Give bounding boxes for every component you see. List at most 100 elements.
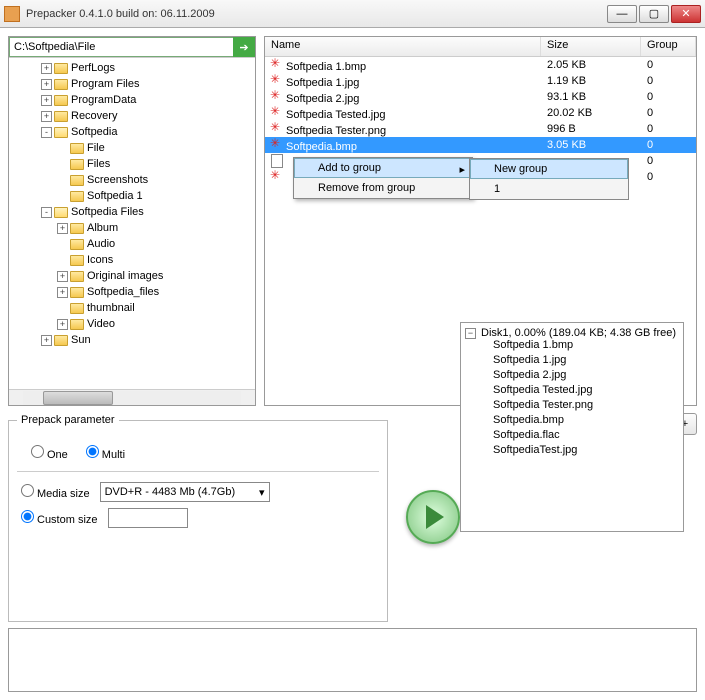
tree-label: Softpedia Files bbox=[71, 206, 144, 218]
bug-icon bbox=[271, 138, 283, 150]
tree-node[interactable]: + Album bbox=[9, 220, 255, 236]
bug-icon bbox=[271, 170, 283, 182]
file-table-header: Name Size Group bbox=[265, 37, 696, 57]
table-row[interactable]: Softpedia.bmp3.05 KB0 bbox=[265, 137, 696, 153]
disk-item[interactable]: Softpedia 2.jpg bbox=[493, 369, 679, 384]
tree-toggle[interactable]: + bbox=[41, 111, 52, 122]
tree-label: Softpedia_files bbox=[87, 286, 159, 298]
col-name[interactable]: Name bbox=[265, 37, 541, 56]
maximize-button[interactable]: ▢ bbox=[639, 5, 669, 23]
folder-icon bbox=[54, 79, 68, 90]
tree-scrollbar[interactable] bbox=[9, 389, 255, 405]
tree-node[interactable]: thumbnail bbox=[9, 300, 255, 316]
prepack-parameter-box: Prepack parameter One Multi Media size D… bbox=[8, 420, 388, 622]
folder-tree[interactable]: +PerfLogs+Program Files+ProgramData+Reco… bbox=[9, 58, 255, 389]
close-button[interactable]: ✕ bbox=[671, 5, 701, 23]
menu-add-to-group[interactable]: Add to group ▸ New group 1 bbox=[294, 158, 472, 178]
tree-label: Audio bbox=[87, 238, 115, 250]
tree-node[interactable]: +PerfLogs bbox=[9, 60, 255, 76]
tree-label: Album bbox=[87, 222, 118, 234]
folder-tree-panel: ➔ +PerfLogs+Program Files+ProgramData+Re… bbox=[8, 36, 256, 406]
tree-node[interactable]: +Video bbox=[9, 316, 255, 332]
tree-toggle[interactable]: + bbox=[41, 95, 52, 106]
tree-node[interactable]: + Sun bbox=[9, 332, 255, 348]
tree-node[interactable]: Screenshots bbox=[9, 172, 255, 188]
tree-node[interactable]: - Softpedia Files bbox=[9, 204, 255, 220]
submenu-new-group[interactable]: New group bbox=[470, 159, 628, 179]
file-name: Softpedia 1.jpg bbox=[286, 77, 359, 89]
folder-icon bbox=[70, 255, 84, 266]
tree-toggle[interactable]: + bbox=[57, 319, 68, 330]
table-row[interactable]: Softpedia 2.jpg93.1 KB0 bbox=[265, 89, 696, 105]
disk-item[interactable]: Softpedia.bmp bbox=[493, 414, 679, 429]
folder-icon bbox=[70, 143, 84, 154]
col-group[interactable]: Group bbox=[641, 37, 696, 56]
run-button[interactable] bbox=[406, 490, 460, 544]
file-group: 0 bbox=[641, 75, 696, 87]
disk-item[interactable]: SoftpediaTest.jpg bbox=[493, 444, 679, 459]
bottom-panel bbox=[8, 628, 697, 692]
radio-multi[interactable]: Multi bbox=[86, 445, 125, 461]
disk-item[interactable]: Softpedia.flac bbox=[493, 429, 679, 444]
bug-icon bbox=[271, 106, 283, 118]
tree-toggle[interactable]: + bbox=[41, 63, 52, 74]
file-group: 0 bbox=[641, 59, 696, 71]
tree-node[interactable]: File bbox=[9, 140, 255, 156]
disk-item[interactable]: Softpedia Tested.jpg bbox=[493, 384, 679, 399]
tree-label: Softpedia 1 bbox=[87, 190, 143, 202]
tree-toggle[interactable]: + bbox=[57, 271, 68, 282]
minimize-button[interactable]: — bbox=[607, 5, 637, 23]
submenu-group-1[interactable]: 1 bbox=[470, 179, 628, 199]
window-title: Prepacker 0.4.1.0 build on: 06.11.2009 bbox=[26, 8, 607, 20]
media-size-combo[interactable]: DVD+R - 4483 Mb (4.7Gb) ▾ bbox=[100, 482, 270, 502]
file-name: Softpedia Tested.jpg bbox=[286, 109, 385, 121]
radio-custom-size[interactable]: Custom size bbox=[21, 510, 98, 526]
submenu[interactable]: New group 1 bbox=[469, 158, 629, 200]
file-group: 0 bbox=[641, 123, 696, 135]
tree-node[interactable]: + Recovery bbox=[9, 108, 255, 124]
disk-toggle[interactable]: − bbox=[465, 328, 476, 339]
menu-remove-from-group[interactable]: Remove from group bbox=[294, 178, 472, 198]
tree-node[interactable]: -Softpedia bbox=[9, 124, 255, 140]
disk-item[interactable]: Softpedia 1.jpg bbox=[493, 354, 679, 369]
folder-icon bbox=[54, 95, 68, 106]
path-input[interactable] bbox=[9, 37, 233, 57]
tree-node[interactable]: Audio bbox=[9, 236, 255, 252]
radio-one[interactable]: One bbox=[31, 445, 68, 461]
tree-toggle[interactable]: + bbox=[41, 79, 52, 90]
tree-label: Sun bbox=[71, 334, 91, 346]
file-group: 0 bbox=[641, 91, 696, 103]
radio-media-size[interactable]: Media size bbox=[21, 484, 90, 500]
col-size[interactable]: Size bbox=[541, 37, 641, 56]
tree-node[interactable]: Icons bbox=[9, 252, 255, 268]
tree-node[interactable]: +ProgramData bbox=[9, 92, 255, 108]
tree-toggle[interactable]: - bbox=[41, 207, 52, 218]
folder-icon bbox=[70, 239, 84, 250]
tree-toggle[interactable]: + bbox=[57, 287, 68, 298]
disk-item[interactable]: Softpedia Tester.png bbox=[493, 399, 679, 414]
file-size: 1.19 KB bbox=[541, 75, 641, 87]
tree-toggle[interactable]: - bbox=[41, 127, 52, 138]
go-button[interactable]: ➔ bbox=[233, 37, 255, 57]
custom-size-input[interactable] bbox=[108, 508, 188, 528]
tree-label: thumbnail bbox=[87, 302, 135, 314]
tree-node[interactable]: Files bbox=[9, 156, 255, 172]
tree-toggle[interactable]: + bbox=[57, 223, 68, 234]
table-row[interactable]: Softpedia Tested.jpg20.02 KB0 bbox=[265, 105, 696, 121]
file-group: 0 bbox=[641, 171, 696, 183]
tree-node[interactable]: +Original images bbox=[9, 268, 255, 284]
table-row[interactable]: Softpedia 1.jpg 1.19 KB0 bbox=[265, 73, 696, 89]
file-size: 20.02 KB bbox=[541, 107, 641, 119]
tree-node[interactable]: +Program Files bbox=[9, 76, 255, 92]
tree-node[interactable]: + Softpedia_files bbox=[9, 284, 255, 300]
folder-icon bbox=[70, 287, 84, 298]
file-name: Softpedia Tester.png bbox=[286, 125, 386, 137]
tree-toggle[interactable]: + bbox=[41, 335, 52, 346]
tree-node[interactable]: Softpedia 1 bbox=[9, 188, 255, 204]
disk-item[interactable]: Softpedia 1.bmp bbox=[493, 339, 679, 354]
tree-label: Files bbox=[87, 158, 110, 170]
tree-label: Recovery bbox=[71, 110, 117, 122]
table-row[interactable]: Softpedia 1.bmp2.05 KB0 bbox=[265, 57, 696, 73]
context-menu[interactable]: Add to group ▸ New group 1 Remove from g… bbox=[293, 157, 473, 199]
table-row[interactable]: Softpedia Tester.png996 B0 bbox=[265, 121, 696, 137]
